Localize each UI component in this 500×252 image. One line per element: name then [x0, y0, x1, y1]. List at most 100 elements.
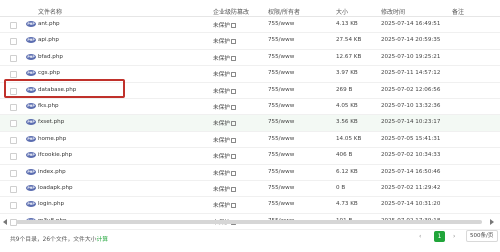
- horizontal-scrollbar[interactable]: [16, 220, 482, 224]
- file-name[interactable]: bfad.php: [38, 54, 63, 60]
- php-file-icon: PHP: [26, 37, 36, 44]
- file-name[interactable]: fks.php: [38, 103, 59, 109]
- table-row[interactable]: PHP login.php 未保护 755/www 4.73 KB 2025-07-14 …: [0, 197, 500, 214]
- row-checkbox[interactable]: [10, 71, 17, 79]
- row-checkbox[interactable]: [10, 120, 17, 128]
- permission-owner[interactable]: 755/www: [268, 103, 294, 109]
- protection-status[interactable]: 未保护: [213, 87, 236, 95]
- file-name[interactable]: index.php: [38, 169, 66, 175]
- permission-owner[interactable]: 755/www: [268, 119, 294, 125]
- lock-icon: [230, 203, 236, 209]
- table-row[interactable]: PHP fxset.php 未保护 755/www 3.56 KB 2025-07-14 …: [0, 115, 500, 132]
- permission-owner[interactable]: 755/www: [268, 37, 294, 43]
- permission-owner[interactable]: 755/www: [268, 54, 294, 60]
- table-row[interactable]: PHP bfad.php 未保护 755/www 12.67 KB 2025-07-10 …: [0, 50, 500, 67]
- next-page-button[interactable]: ›: [453, 233, 455, 240]
- modified-time: 2025-07-11 14:57:12: [381, 70, 441, 77]
- file-name[interactable]: login.php: [38, 201, 64, 207]
- table-row[interactable]: PHP ant.php 未保护 755/www 4.13 KB 2025-07-14 16…: [0, 17, 500, 34]
- protection-status[interactable]: 未保护: [213, 169, 236, 177]
- permission-owner[interactable]: 755/www: [268, 87, 294, 93]
- modified-time: 2025-07-14 16:49:51: [381, 21, 441, 27]
- row-checkbox[interactable]: [10, 54, 17, 62]
- protection-text: 未保护: [213, 39, 230, 46]
- file-size: 27.54 KB: [336, 37, 362, 44]
- protection-status[interactable]: 未保护: [213, 136, 236, 144]
- lock-icon: [230, 170, 236, 176]
- file-size: 4.05 KB: [336, 102, 358, 109]
- protection-text: 未保护: [213, 88, 230, 95]
- permission-owner[interactable]: 755/www: [268, 201, 294, 207]
- file-name[interactable]: ifcookie.php: [38, 152, 72, 158]
- modified-time: 2025-07-05 15:41:31: [381, 135, 441, 142]
- file-table-header: 文件名称 企业级防篡改 权限/所有者 大小 修改时间 备注: [0, 5, 500, 17]
- lock-icon: [230, 55, 236, 61]
- table-row[interactable]: PHP index.php 未保护 755/www 6.12 KB 2025-07-14 …: [0, 165, 500, 181]
- row-checkbox[interactable]: [10, 185, 17, 193]
- protection-text: 未保护: [213, 154, 230, 161]
- file-name[interactable]: cgs.php: [38, 70, 60, 76]
- php-file-icon: PHP: [26, 21, 36, 27]
- file-name[interactable]: home.php: [38, 136, 66, 142]
- row-checkbox[interactable]: [10, 169, 17, 177]
- modified-time: 2025-07-02 12:06:56: [381, 86, 441, 93]
- protection-status[interactable]: 未保护: [213, 152, 236, 160]
- col-size[interactable]: 大小: [336, 7, 348, 16]
- current-page[interactable]: 1: [434, 231, 445, 242]
- permission-owner[interactable]: 755/www: [268, 21, 294, 27]
- file-name[interactable]: loadapk.php: [38, 185, 73, 191]
- php-file-icon: PHP: [26, 168, 36, 175]
- modified-time: 2025-07-14 20:59:35: [381, 37, 441, 44]
- scroll-right-arrow-icon[interactable]: [490, 219, 494, 225]
- row-checkbox[interactable]: [10, 153, 17, 161]
- permission-owner[interactable]: 755/www: [268, 152, 294, 158]
- protection-status[interactable]: 未保护: [213, 21, 236, 29]
- modified-time: 2025-07-02 11:29:42: [381, 184, 441, 191]
- protection-status[interactable]: 未保护: [213, 70, 236, 78]
- file-name[interactable]: api.php: [38, 37, 59, 43]
- table-row[interactable]: PHP home.php 未保护 755/www 14.05 KB 2025-07-05 …: [0, 132, 500, 149]
- table-row[interactable]: PHP fks.php 未保护 755/www 4.05 KB 2025-07-10 13…: [0, 99, 500, 116]
- lock-icon: [230, 121, 236, 127]
- file-size: 4.73 KB: [336, 201, 358, 208]
- row-checkbox[interactable]: [10, 103, 17, 111]
- permission-owner[interactable]: 755/www: [268, 136, 294, 142]
- protection-status[interactable]: 未保护: [213, 103, 236, 111]
- file-name[interactable]: fxset.php: [38, 119, 64, 125]
- row-checkbox[interactable]: [10, 202, 17, 210]
- protection-text: 未保护: [213, 72, 230, 79]
- table-row[interactable]: PHP loadapk.php 未保护 755/www 0 B 2025-07-02 11…: [0, 181, 500, 198]
- file-list: PHP ant.php 未保护 755/www 4.13 KB 2025-07-14 16…: [0, 17, 500, 231]
- protection-text: 未保护: [213, 170, 230, 177]
- col-filename[interactable]: 文件名称: [38, 7, 62, 16]
- protection-status[interactable]: 未保护: [213, 201, 236, 209]
- prev-page-button[interactable]: ‹: [419, 233, 421, 240]
- protection-status[interactable]: 未保护: [213, 185, 236, 193]
- protection-status[interactable]: 未保护: [213, 54, 236, 62]
- file-size: 3.56 KB: [336, 119, 358, 126]
- php-file-icon: PHP: [26, 135, 36, 142]
- protection-status[interactable]: 未保护: [213, 37, 236, 45]
- table-row[interactable]: PHP ifcookie.php 未保护 755/www 406 B 2025-07-02…: [0, 148, 500, 165]
- permission-owner[interactable]: 755/www: [268, 70, 294, 76]
- row-checkbox[interactable]: [10, 38, 17, 46]
- file-size: 12.67 KB: [336, 53, 362, 60]
- row-checkbox[interactable]: [10, 136, 17, 144]
- permission-owner[interactable]: 755/www: [268, 185, 294, 191]
- modified-time: 2025-07-10 13:32:36: [381, 102, 441, 109]
- file-size: 14.05 KB: [336, 135, 362, 142]
- php-file-icon: PHP: [26, 152, 36, 159]
- lock-icon: [230, 186, 236, 192]
- file-size: 3.97 KB: [336, 70, 358, 77]
- table-row[interactable]: PHP api.php 未保护 755/www 27.54 KB 2025-07-14 2…: [0, 33, 500, 50]
- col-mtime[interactable]: 修改时间: [381, 7, 405, 16]
- per-page-value: 500条/页: [470, 233, 494, 239]
- per-page-select[interactable]: 500条/页: [466, 230, 498, 242]
- permission-owner[interactable]: 755/www: [268, 169, 294, 175]
- protection-status[interactable]: 未保护: [213, 119, 236, 127]
- scroll-left-arrow-icon[interactable]: [3, 219, 7, 225]
- row-checkbox[interactable]: [10, 22, 17, 29]
- calculate-size-link[interactable]: 计算: [96, 237, 108, 243]
- protection-text: 未保护: [213, 186, 230, 193]
- file-name[interactable]: ant.php: [38, 21, 60, 27]
